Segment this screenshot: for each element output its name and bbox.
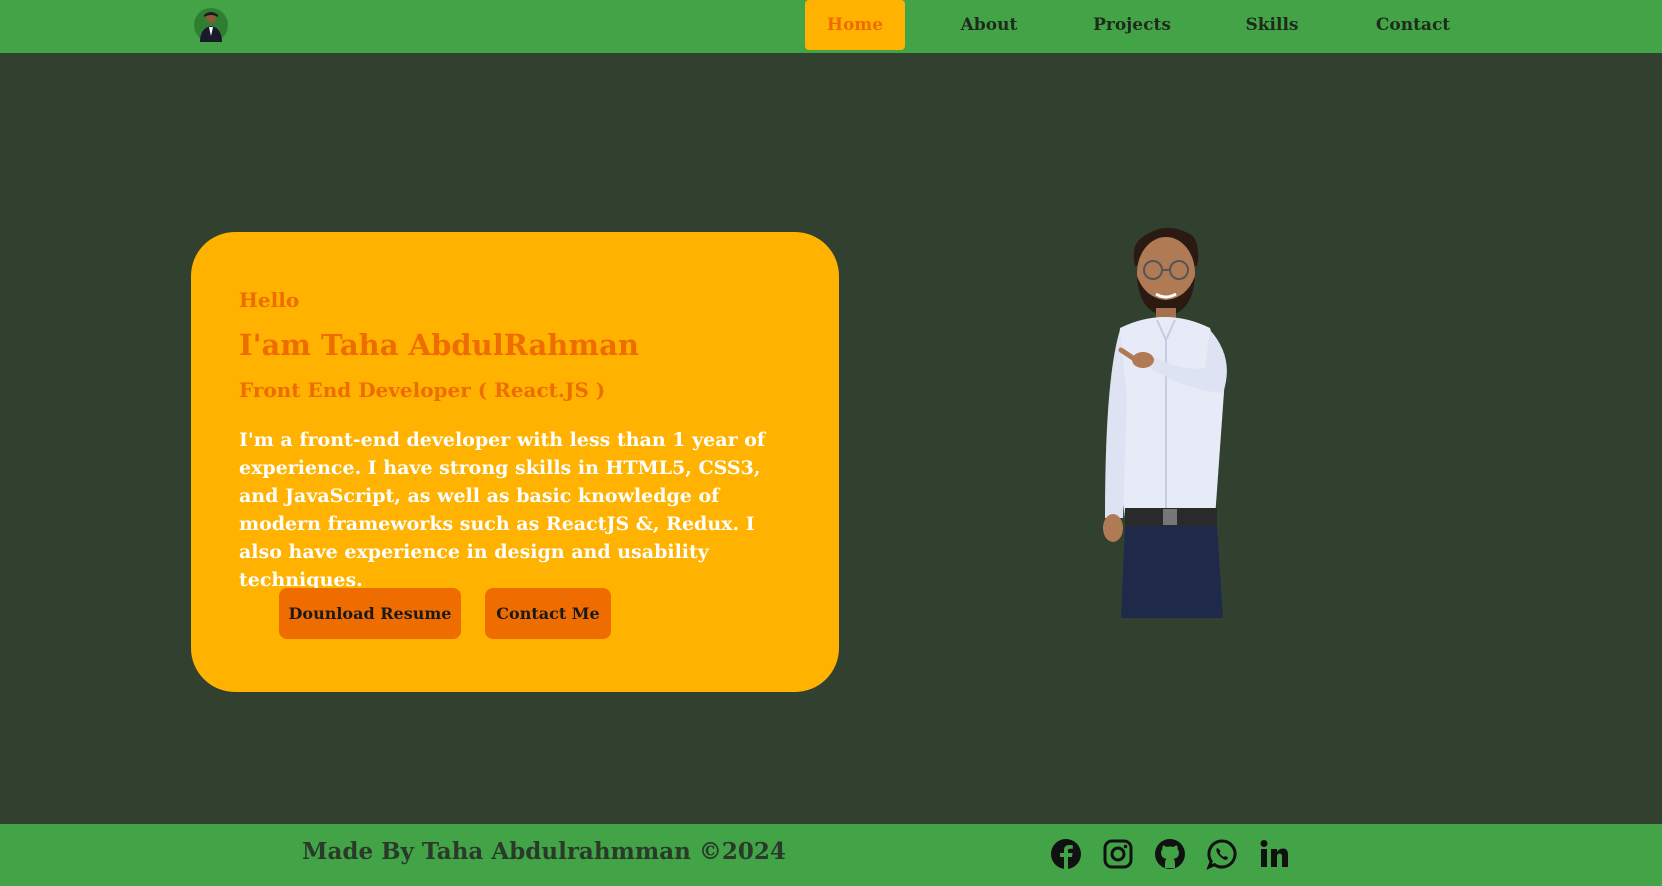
- nav-about[interactable]: About: [944, 0, 1034, 50]
- hero-name: I'am Taha AbdulRahman: [239, 328, 639, 362]
- linkedin-icon[interactable]: [1258, 838, 1290, 870]
- hero-bio: I'm a front-end developer with less than…: [239, 429, 766, 591]
- nav-skills[interactable]: Skills: [1232, 0, 1312, 50]
- facebook-icon[interactable]: [1050, 838, 1082, 870]
- instagram-icon[interactable]: [1102, 838, 1134, 870]
- nav-contact[interactable]: Contact: [1368, 0, 1458, 50]
- github-icon[interactable]: [1154, 838, 1186, 870]
- footer-credit: Made By Taha Abdulrahmman ©2024: [302, 838, 786, 865]
- contact-me-button[interactable]: Contact Me: [485, 588, 611, 639]
- hero-role: Front End Developer ( React.JS ): [239, 378, 606, 402]
- portrait-image: [1103, 227, 1227, 618]
- nav-projects[interactable]: Projects: [1082, 0, 1182, 50]
- whatsapp-icon[interactable]: [1206, 838, 1238, 870]
- greeting-text: Hello: [239, 288, 300, 312]
- top-navbar: Home About Projects Skills Contact: [0, 0, 1662, 53]
- footer: Made By Taha Abdulrahmman ©2024: [0, 824, 1662, 886]
- nav-home[interactable]: Home: [805, 0, 905, 50]
- hero-card: Hello I'am Taha AbdulRahman Front End De…: [191, 232, 839, 692]
- logo-avatar[interactable]: [194, 6, 228, 44]
- download-resume-button[interactable]: Dounload Resume: [279, 588, 461, 639]
